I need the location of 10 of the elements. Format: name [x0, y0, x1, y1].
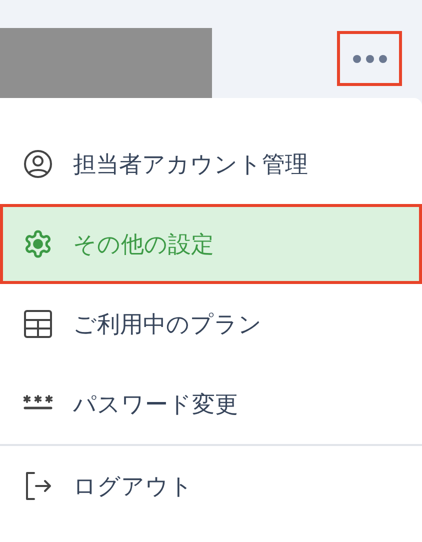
table-icon [23, 309, 53, 339]
menu-item[interactable]: 担当者アカウント管理 [0, 124, 422, 204]
logout-icon [23, 471, 53, 501]
gear-icon [23, 229, 53, 259]
menu-item[interactable]: ご利用中のプラン [0, 284, 422, 364]
menu-item[interactable]: ログアウト [0, 446, 422, 526]
more-icon [352, 54, 388, 64]
user-circle-icon [23, 149, 53, 179]
more-button[interactable] [337, 31, 402, 86]
menu-item[interactable]: パスワード変更 [0, 364, 422, 444]
